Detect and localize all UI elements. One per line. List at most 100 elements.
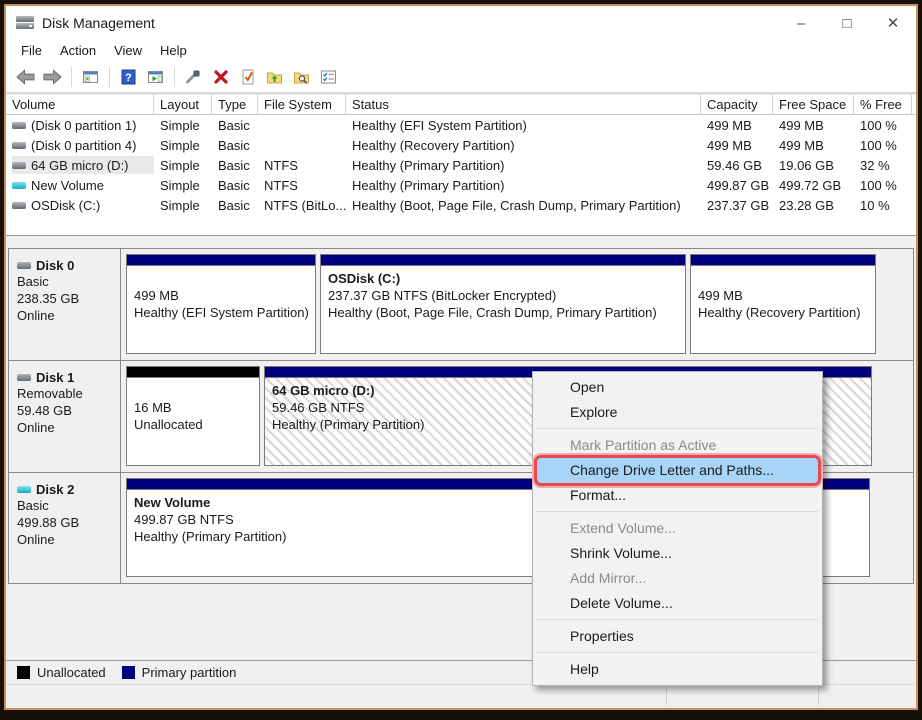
disk-name: Disk 1 — [36, 370, 74, 385]
table-row[interactable]: New VolumeSimpleBasicNTFSHealthy (Primar… — [6, 175, 916, 195]
volume-label: New Volume — [31, 178, 104, 193]
column-header-free_space[interactable]: Free Space — [773, 95, 854, 114]
checklist-icon[interactable] — [317, 66, 340, 88]
partition-label — [698, 270, 868, 287]
forward-icon[interactable] — [41, 66, 64, 88]
legend-label: Unallocated — [37, 665, 106, 680]
back-icon[interactable] — [14, 66, 37, 88]
cell-status: Healthy (Primary Partition) — [346, 178, 701, 193]
disk-management-screen: { "window": { "title": "Disk Management"… — [0, 0, 922, 720]
cell-free_space: 499 MB — [773, 138, 854, 153]
tool-icon[interactable] — [182, 66, 205, 88]
cell-volume: New Volume — [6, 176, 154, 194]
menu-help[interactable]: Help — [151, 40, 196, 62]
cell-type: Basic — [212, 158, 258, 173]
table-row[interactable]: 64 GB micro (D:)SimpleBasicNTFSHealthy (… — [6, 155, 916, 175]
column-header-volume[interactable]: Volume — [6, 95, 154, 114]
legend-label: Primary partition — [142, 665, 237, 680]
table-row[interactable]: (Disk 0 partition 4)SimpleBasicHealthy (… — [6, 135, 916, 155]
toolbar-separator — [71, 67, 72, 87]
cell-capacity: 237.37 GB — [701, 198, 773, 213]
partition-label — [134, 382, 252, 399]
minimize-icon[interactable]: – — [778, 6, 824, 40]
menu-bar: FileActionViewHelp — [6, 40, 916, 62]
legend-swatch — [17, 666, 30, 679]
cell-free_space: 499 MB — [773, 118, 854, 133]
unallocated-region[interactable]: 16 MBUnallocated — [126, 366, 260, 466]
menu-file[interactable]: File — [12, 40, 51, 62]
context-menu-item-explore[interactable]: Explore — [535, 400, 820, 425]
column-header-pct_free[interactable]: % Free — [854, 95, 912, 114]
menu-action[interactable]: Action — [51, 40, 105, 62]
volume-label: 64 GB micro (D:) — [31, 158, 129, 173]
toolbar: ? — [6, 62, 916, 94]
volume-table-body: (Disk 0 partition 1)SimpleBasic Healthy (… — [6, 115, 916, 215]
cell-capacity: 499 MB — [701, 138, 773, 153]
disk-icon — [17, 262, 31, 269]
partition-info: 499 MBHealthy (Recovery Partition) — [691, 266, 875, 353]
disk-header[interactable]: Disk 0Basic238.35 GBOnline — [9, 249, 121, 360]
menu-view[interactable]: View — [105, 40, 151, 62]
column-header-capacity[interactable]: Capacity — [701, 95, 773, 114]
drive-icon — [12, 182, 26, 189]
context-menu-item-properties[interactable]: Properties — [535, 624, 820, 649]
folder-up-icon[interactable] — [263, 66, 286, 88]
disk-header[interactable]: Disk 2Basic499.88 GBOnline — [9, 473, 121, 583]
column-header-status[interactable]: Status — [346, 95, 701, 114]
column-header-type[interactable]: Type — [212, 95, 258, 114]
volume-name: New Volume — [12, 176, 154, 194]
table-row[interactable]: OSDisk (C:)SimpleBasicNTFS (BitLo...Heal… — [6, 195, 916, 215]
partitions: 499 MBHealthy (EFI System Partition)OSDi… — [121, 249, 913, 360]
cell-layout: Simple — [154, 138, 212, 153]
cell-pct_free: 100 % — [854, 138, 912, 153]
partition-line: Unallocated — [134, 416, 252, 433]
cell-pct_free: 32 % — [854, 158, 912, 173]
context-menu-separator — [537, 428, 818, 429]
partition-info: OSDisk (C:)237.37 GB NTFS (BitLocker Enc… — [321, 266, 685, 353]
disk-row-disk-0: Disk 0Basic238.35 GBOnline499 MBHealthy … — [8, 248, 914, 360]
folder-search-icon[interactable] — [290, 66, 313, 88]
drive-icon — [12, 122, 26, 129]
disk-info-line: Removable — [17, 385, 114, 402]
context-menu-item-delete-volume[interactable]: Delete Volume... — [535, 591, 820, 616]
disk-header[interactable]: Disk 1Removable59.48 GBOnline — [9, 361, 121, 472]
cell-pct_free: 100 % — [854, 118, 912, 133]
partition-region[interactable]: 499 MBHealthy (Recovery Partition) — [690, 254, 876, 354]
partition-line: 237.37 GB NTFS (BitLocker Encrypted) — [328, 287, 678, 304]
close-icon[interactable]: ✕ — [870, 6, 916, 40]
check-document-icon[interactable] — [236, 66, 259, 88]
partition-type-strip — [127, 367, 259, 378]
disk-management-app-icon — [16, 16, 34, 30]
column-header-file_system[interactable]: File System — [258, 95, 346, 114]
delete-icon[interactable] — [209, 66, 232, 88]
toolbar-separator — [109, 67, 110, 87]
partition-region[interactable]: 499 MBHealthy (EFI System Partition) — [126, 254, 316, 354]
partition-label: OSDisk (C:) — [328, 270, 678, 287]
console-window-icon[interactable] — [79, 66, 102, 88]
context-menu-item-format[interactable]: Format... — [535, 483, 820, 508]
console-play-icon[interactable] — [144, 66, 167, 88]
legend-swatch — [122, 666, 135, 679]
disk-name: Disk 2 — [36, 482, 74, 497]
cell-file_system: NTFS — [258, 158, 346, 173]
context-menu-item-change-drive-letter-and-paths[interactable]: Change Drive Letter and Paths... — [535, 458, 820, 483]
table-row[interactable]: (Disk 0 partition 1)SimpleBasicHealthy (… — [6, 115, 916, 135]
cell-volume: (Disk 0 partition 1) — [6, 116, 154, 134]
cell-volume: OSDisk (C:) — [6, 196, 154, 214]
disk-info-line: Online — [17, 531, 114, 548]
cell-volume: 64 GB micro (D:) — [6, 156, 154, 174]
cell-pct_free: 10 % — [854, 198, 912, 213]
help-icon[interactable]: ? — [117, 66, 140, 88]
context-menu-item-open[interactable]: Open — [535, 375, 820, 400]
partition-region[interactable]: OSDisk (C:)237.37 GB NTFS (BitLocker Enc… — [320, 254, 686, 354]
maximize-icon[interactable]: □ — [824, 6, 870, 40]
column-header-layout[interactable]: Layout — [154, 95, 212, 114]
legend-item: Unallocated — [17, 665, 106, 680]
context-menu-item-help[interactable]: Help — [535, 657, 820, 682]
partition-type-strip — [691, 255, 875, 266]
context-menu-item-shrink-volume[interactable]: Shrink Volume... — [535, 541, 820, 566]
cell-free_space: 499.72 GB — [773, 178, 854, 193]
cell-pct_free: 100 % — [854, 178, 912, 193]
cell-file_system: NTFS — [258, 178, 346, 193]
volume-name: OSDisk (C:) — [12, 196, 154, 214]
